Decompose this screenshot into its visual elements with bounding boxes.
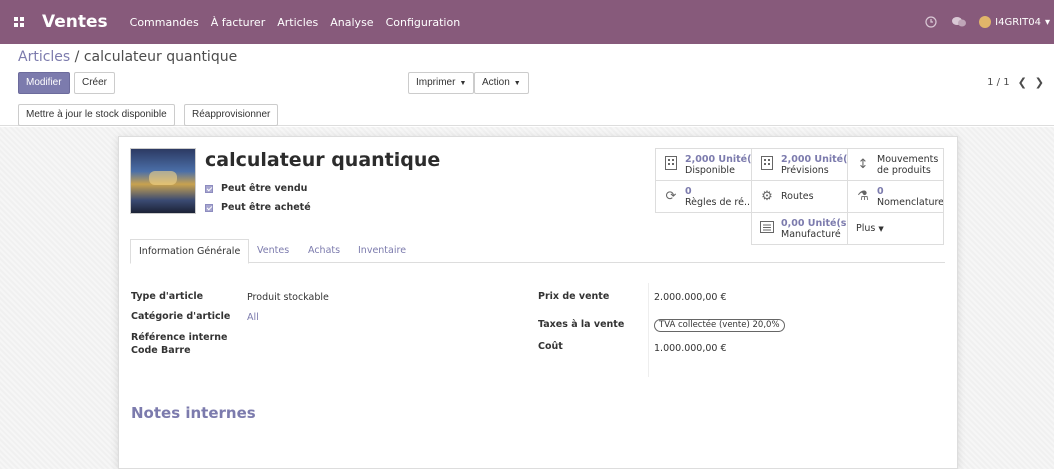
bom-value: 0 bbox=[877, 185, 884, 197]
product-name: calculateur quantique bbox=[205, 149, 441, 171]
refresh-icon: ⟳ bbox=[665, 189, 677, 204]
menu-a-facturer[interactable]: À facturer bbox=[211, 16, 266, 29]
pager-next-icon[interactable]: ❯ bbox=[1035, 76, 1044, 89]
topbar-systray: I4GRIT04 ▾ bbox=[923, 0, 1054, 44]
available-smart-button[interactable]: 2,000 Unité(s)Disponible bbox=[655, 148, 752, 181]
caret-down-icon: ▼ bbox=[878, 224, 884, 233]
purchase-ok-checkbox[interactable] bbox=[205, 203, 213, 212]
sale-ok-row: Peut être vendu bbox=[205, 183, 307, 194]
action-dropdown[interactable]: Action ▼ bbox=[474, 72, 529, 94]
pager: 1 / 1 ❮ ❯ bbox=[987, 76, 1044, 89]
arrows-vertical-icon: ↕ bbox=[857, 157, 869, 172]
reordering-rules-smart-button[interactable]: ⟳ 0 Règles de ré... bbox=[655, 180, 752, 213]
creer-button[interactable]: Créer bbox=[74, 72, 116, 94]
flask-icon: ⚗ bbox=[857, 189, 869, 204]
bom-label: Nomenclature bbox=[877, 196, 943, 208]
menu-configuration[interactable]: Configuration bbox=[386, 16, 461, 29]
product-image[interactable] bbox=[130, 148, 196, 214]
menu-commandes[interactable]: Commandes bbox=[130, 16, 199, 29]
cogs-icon: ⚙ bbox=[761, 189, 773, 204]
rules-value: 0 bbox=[685, 185, 692, 197]
cost-label: Coût bbox=[538, 341, 563, 352]
bom-smart-button[interactable]: ⚗ 0 Nomenclature bbox=[847, 180, 944, 213]
form-sheet: calculateur quantique Peut être vendu Pe… bbox=[118, 136, 958, 469]
sale-price-value[interactable]: 2.000.000,00 € bbox=[654, 292, 727, 303]
more-label: Plus bbox=[856, 222, 876, 234]
sale-price-label: Prix de vente bbox=[538, 291, 610, 302]
app-brand[interactable]: Ventes bbox=[42, 12, 108, 32]
manufactured-value: 0,00 Unité(s) bbox=[781, 217, 847, 229]
apps-grid-icon[interactable] bbox=[10, 13, 28, 31]
breadcrumb-articles[interactable]: Articles bbox=[18, 49, 70, 65]
purchase-ok-label: Peut être acheté bbox=[221, 202, 311, 213]
breadcrumb-current: calculateur quantique bbox=[83, 49, 238, 65]
user-avatar[interactable] bbox=[979, 16, 992, 28]
available-label: Disponible bbox=[685, 164, 735, 176]
forecast-smart-button[interactable]: 2,000 Unité(s)Prévisions bbox=[751, 148, 848, 181]
breadcrumb-separator: / bbox=[74, 49, 80, 65]
activity-clock-icon[interactable] bbox=[923, 14, 939, 30]
tax-tag[interactable]: TVA collectée (vente) 20,0% bbox=[654, 319, 785, 332]
replenish-button[interactable]: Réapprovisionner bbox=[184, 104, 279, 126]
user-menu-name[interactable]: I4GRIT04 bbox=[995, 17, 1041, 28]
imprimer-label: Imprimer bbox=[416, 77, 456, 88]
building-icon bbox=[662, 155, 680, 174]
top-navbar: Ventes Commandes À facturer Articles Ana… bbox=[0, 0, 1054, 44]
list-alt-icon bbox=[758, 220, 776, 237]
moves-line2: de produits bbox=[877, 164, 931, 176]
tab-ventes[interactable]: Ventes bbox=[257, 239, 289, 264]
modifier-button[interactable]: Modifier bbox=[18, 72, 70, 94]
sale-ok-checkbox[interactable] bbox=[205, 184, 213, 193]
type-value[interactable]: Produit stockable bbox=[247, 292, 329, 303]
breadcrumb: Articles / calculateur quantique bbox=[18, 49, 237, 65]
menu-analyse[interactable]: Analyse bbox=[330, 16, 373, 29]
rules-label: Règles de ré... bbox=[685, 196, 751, 208]
purchase-ok-row: Peut être acheté bbox=[205, 202, 311, 213]
building-icon bbox=[758, 155, 776, 174]
control-panel: Articles / calculateur quantique Modifie… bbox=[0, 44, 1054, 100]
stock-moves-smart-button[interactable]: ↕ Mouvements de produits bbox=[847, 148, 944, 181]
notebook-tabs: Information Générale Ventes Achats Inven… bbox=[130, 239, 945, 264]
barcode-label: Code Barre bbox=[131, 345, 191, 356]
manufactured-label: Manufacturé bbox=[781, 228, 841, 240]
category-label: Catégorie d'article bbox=[131, 311, 231, 322]
caret-down-icon: ▼ bbox=[459, 80, 467, 87]
routes-smart-button[interactable]: ⚙ Routes bbox=[751, 180, 848, 213]
sale-ok-label: Peut être vendu bbox=[221, 183, 308, 194]
moves-line1: Mouvements bbox=[877, 153, 939, 165]
forecast-value: 2,000 Unité(s) bbox=[781, 153, 847, 165]
tab-information-generale[interactable]: Information Générale bbox=[130, 239, 250, 264]
imprimer-dropdown[interactable]: Imprimer ▼ bbox=[408, 72, 475, 94]
column-divider bbox=[648, 283, 649, 377]
tab-inventaire[interactable]: Inventaire bbox=[358, 239, 406, 264]
menu-articles[interactable]: Articles bbox=[277, 16, 318, 29]
pager-previous-icon[interactable]: ❮ bbox=[1018, 76, 1027, 89]
internal-ref-label: Référence interne bbox=[131, 332, 228, 343]
forecast-label: Prévisions bbox=[781, 164, 829, 176]
sale-taxes-label: Taxes à la vente bbox=[538, 319, 625, 330]
type-label: Type d'article bbox=[131, 291, 204, 302]
pager-value[interactable]: 1 / 1 bbox=[987, 77, 1009, 88]
update-stock-button[interactable]: Mettre à jour le stock disponible bbox=[18, 104, 175, 126]
user-caret-icon[interactable]: ▾ bbox=[1045, 17, 1050, 28]
tab-achats[interactable]: Achats bbox=[308, 239, 340, 264]
category-link[interactable]: All bbox=[247, 312, 259, 323]
action-label: Action bbox=[482, 77, 510, 88]
routes-label: Routes bbox=[781, 191, 814, 202]
caret-down-icon: ▼ bbox=[513, 80, 521, 87]
cost-value[interactable]: 1.000.000,00 € bbox=[654, 343, 727, 354]
internal-notes-title: Notes internes bbox=[131, 404, 256, 422]
chat-bubbles-icon[interactable] bbox=[951, 14, 967, 30]
form-statusbar: Mettre à jour le stock disponible Réappr… bbox=[0, 100, 1054, 126]
available-value: 2,000 Unité(s) bbox=[685, 153, 751, 165]
